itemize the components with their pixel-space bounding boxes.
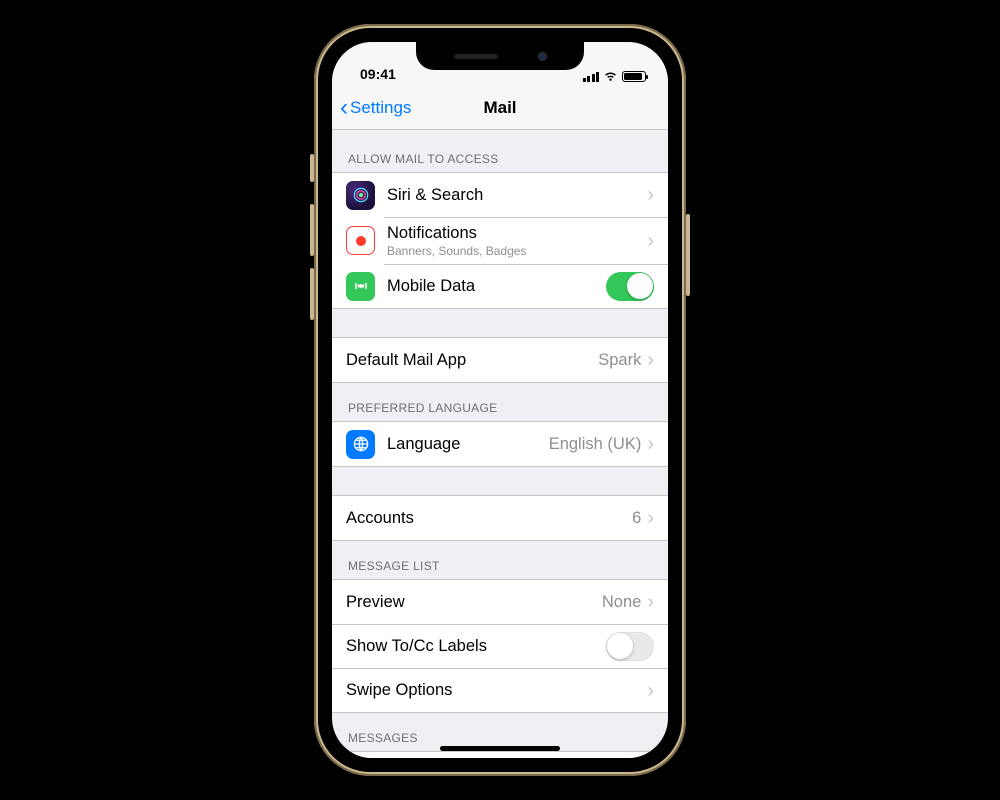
mobile-data-icon	[346, 272, 375, 301]
section-header-language: PREFERRED LANGUAGE	[332, 383, 668, 421]
status-time: 09:41	[360, 66, 396, 82]
row-mobile-data[interactable]: Mobile Data	[332, 264, 668, 308]
volume-up-button	[310, 204, 314, 256]
row-title: Siri & Search	[387, 185, 647, 206]
row-siri-search[interactable]: Siri & Search ›	[332, 173, 668, 217]
row-title: Preview	[346, 592, 602, 613]
back-button[interactable]: ‹ Settings	[332, 96, 411, 120]
power-button	[686, 214, 690, 296]
back-label: Settings	[350, 98, 411, 118]
section-header-access: ALLOW MAIL TO ACCESS	[332, 130, 668, 172]
wifi-icon	[603, 71, 618, 82]
chevron-right-icon: ›	[647, 185, 654, 205]
row-language[interactable]: Language English (UK) ›	[332, 422, 668, 466]
front-camera	[538, 52, 547, 61]
chevron-right-icon: ›	[647, 231, 654, 251]
row-title: Accounts	[346, 508, 632, 529]
row-show-to-cc[interactable]: Show To/Cc Labels	[332, 624, 668, 668]
siri-icon	[346, 181, 375, 210]
row-swipe-options[interactable]: Swipe Options ›	[332, 668, 668, 712]
battery-icon	[622, 71, 646, 82]
row-notifications[interactable]: Notifications Banners, Sounds, Badges ›	[332, 217, 668, 264]
chevron-left-icon: ‹	[340, 96, 348, 120]
show-to-cc-toggle[interactable]	[606, 632, 654, 661]
home-indicator[interactable]	[440, 746, 560, 751]
row-subtitle: Banners, Sounds, Badges	[387, 244, 647, 258]
chevron-right-icon: ›	[647, 434, 654, 454]
row-title: Show To/Cc Labels	[346, 636, 606, 657]
row-preview[interactable]: Preview None ›	[332, 580, 668, 624]
notch	[416, 42, 584, 70]
cellular-signal-icon	[583, 72, 600, 82]
mute-switch	[310, 154, 314, 182]
volume-down-button	[310, 268, 314, 320]
row-title: Language	[387, 434, 549, 455]
nav-bar: ‹ Settings Mail	[332, 86, 668, 130]
mobile-data-toggle[interactable]	[606, 272, 654, 301]
globe-icon	[346, 430, 375, 459]
row-default-mail-app[interactable]: Default Mail App Spark ›	[332, 338, 668, 382]
speaker-grille	[454, 54, 498, 59]
section-header-message-list: MESSAGE LIST	[332, 541, 668, 579]
phone-frame: 09:41 ‹ Settings Mail ALLO	[314, 24, 686, 776]
row-value: Spark	[598, 351, 641, 370]
row-title: Swipe Options	[346, 680, 647, 701]
row-title: Notifications	[387, 223, 647, 244]
chevron-right-icon: ›	[647, 350, 654, 370]
settings-list[interactable]: ALLOW MAIL TO ACCESS Siri & Search › Not…	[332, 130, 668, 758]
row-title: Default Mail App	[346, 350, 598, 371]
row-value: 6	[632, 509, 641, 528]
screen: 09:41 ‹ Settings Mail ALLO	[332, 42, 668, 758]
notifications-icon	[346, 226, 375, 255]
chevron-right-icon: ›	[647, 508, 654, 528]
row-value: None	[602, 593, 641, 612]
row-value: English (UK)	[549, 435, 642, 454]
row-title: Mobile Data	[387, 276, 606, 297]
row-accounts[interactable]: Accounts 6 ›	[332, 496, 668, 540]
chevron-right-icon: ›	[647, 681, 654, 701]
chevron-right-icon: ›	[647, 592, 654, 612]
row-ask-before-deleting[interactable]: Ask Before Deleting	[332, 752, 668, 758]
